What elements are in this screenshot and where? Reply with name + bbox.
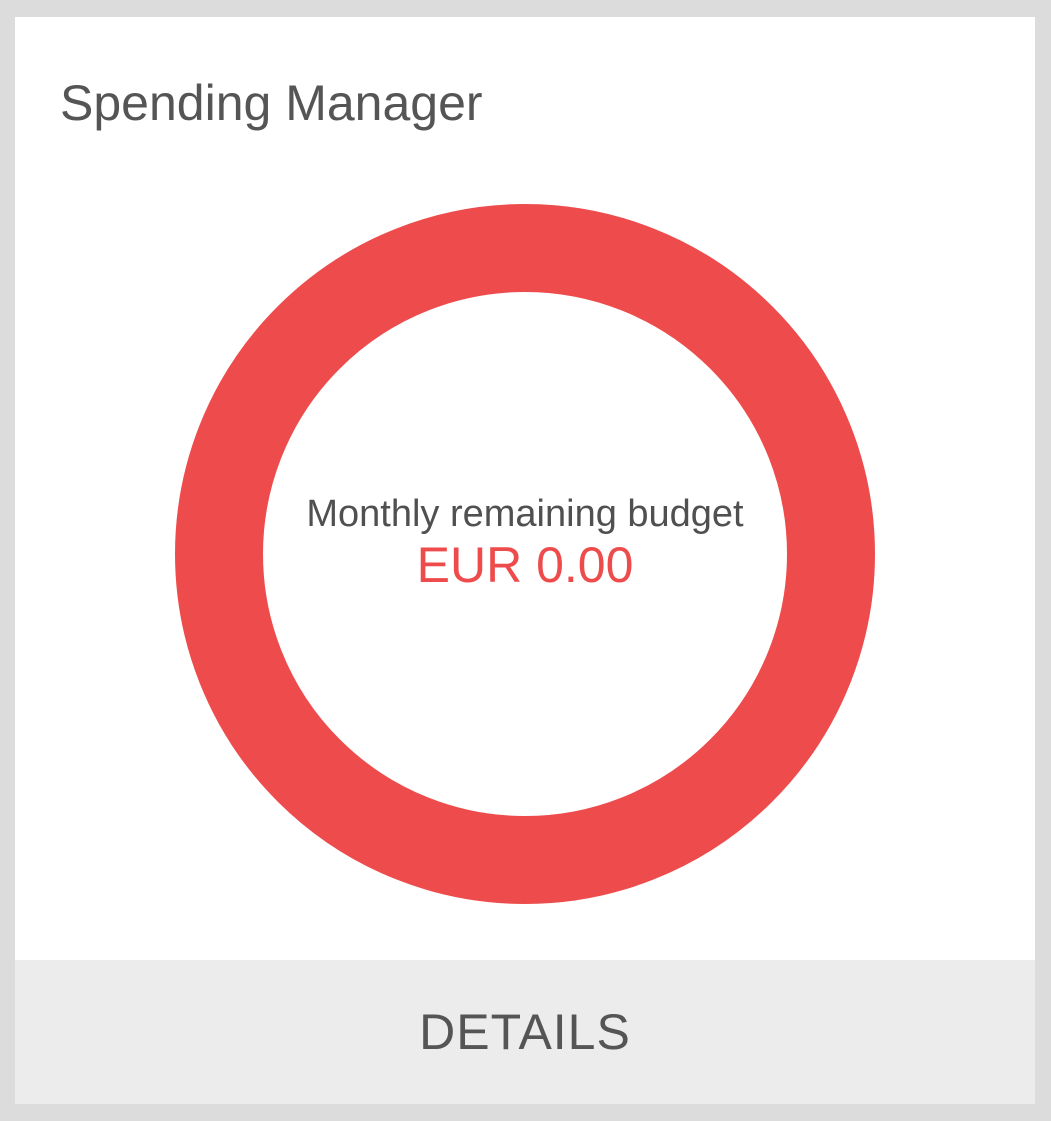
budget-label: Monthly remaining budget [306, 493, 744, 535]
budget-value: EUR 0.00 [416, 537, 634, 593]
card-title: Spending Manager [60, 75, 483, 131]
spending-manager-card: Spending Manager Monthly remaining budge… [15, 17, 1035, 1104]
budget-summary: Monthly remaining budget EUR 0.00 [261, 491, 789, 593]
details-button[interactable]: DETAILS [15, 960, 1035, 1104]
